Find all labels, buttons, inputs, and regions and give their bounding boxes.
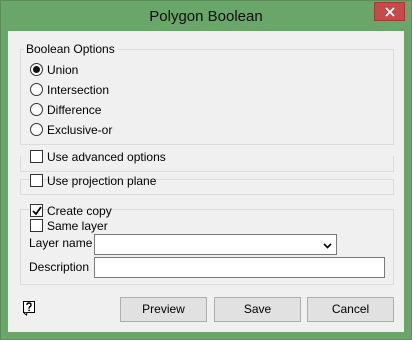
same-layer-box[interactable] bbox=[30, 219, 43, 232]
create-copy-box[interactable] bbox=[30, 204, 43, 217]
dialog-window: Polygon Boolean Boolean Options Union In… bbox=[0, 0, 412, 340]
create-copy-label: Create copy bbox=[47, 204, 112, 218]
close-button[interactable] bbox=[374, 2, 405, 21]
use-advanced-options-box[interactable] bbox=[30, 150, 43, 163]
title-bar[interactable]: Polygon Boolean bbox=[1, 1, 411, 31]
window-title: Polygon Boolean bbox=[149, 8, 263, 25]
boolean-options-group: Boolean Options Union Intersection Diffe… bbox=[20, 42, 394, 145]
checkmark-icon bbox=[32, 206, 42, 216]
same-layer-label: Same layer bbox=[47, 219, 108, 233]
radio-union-label: Union bbox=[47, 63, 79, 77]
radio-difference-button[interactable] bbox=[30, 103, 43, 116]
advanced-options-group: Use advanced options bbox=[20, 149, 394, 172]
description-label: Description bbox=[29, 260, 90, 274]
radio-intersection-button[interactable] bbox=[30, 83, 43, 96]
preview-button[interactable]: Preview bbox=[120, 297, 207, 322]
use-advanced-options-label: Use advanced options bbox=[47, 150, 166, 164]
save-button[interactable]: Save bbox=[214, 297, 301, 322]
use-projection-plane-checkbox[interactable]: Use projection plane bbox=[30, 173, 156, 189]
radio-exclusive-or-button[interactable] bbox=[30, 123, 43, 136]
radio-difference-label: Difference bbox=[47, 103, 102, 117]
create-copy-checkbox[interactable]: Create copy bbox=[30, 203, 112, 219]
use-projection-plane-label: Use projection plane bbox=[47, 174, 157, 188]
radio-intersection-label: Intersection bbox=[47, 83, 110, 97]
radio-exclusive-or-label: Exclusive-or bbox=[47, 123, 113, 137]
help-question-icon[interactable] bbox=[21, 300, 37, 316]
layer-name-dropdown[interactable] bbox=[94, 234, 337, 255]
boolean-options-title: Boolean Options bbox=[24, 42, 118, 56]
projection-plane-group: Use projection plane bbox=[20, 173, 394, 195]
layer-name-label: Layer name bbox=[29, 236, 93, 250]
description-field[interactable] bbox=[94, 257, 385, 278]
use-advanced-options-checkbox[interactable]: Use advanced options bbox=[30, 149, 166, 165]
use-projection-plane-box[interactable] bbox=[30, 174, 43, 187]
dialog-body: Boolean Options Union Intersection Diffe… bbox=[8, 31, 404, 332]
chevron-down-icon bbox=[323, 243, 332, 249]
radio-union-button[interactable] bbox=[30, 63, 43, 76]
cancel-button[interactable]: Cancel bbox=[307, 297, 394, 322]
close-icon bbox=[385, 7, 395, 17]
